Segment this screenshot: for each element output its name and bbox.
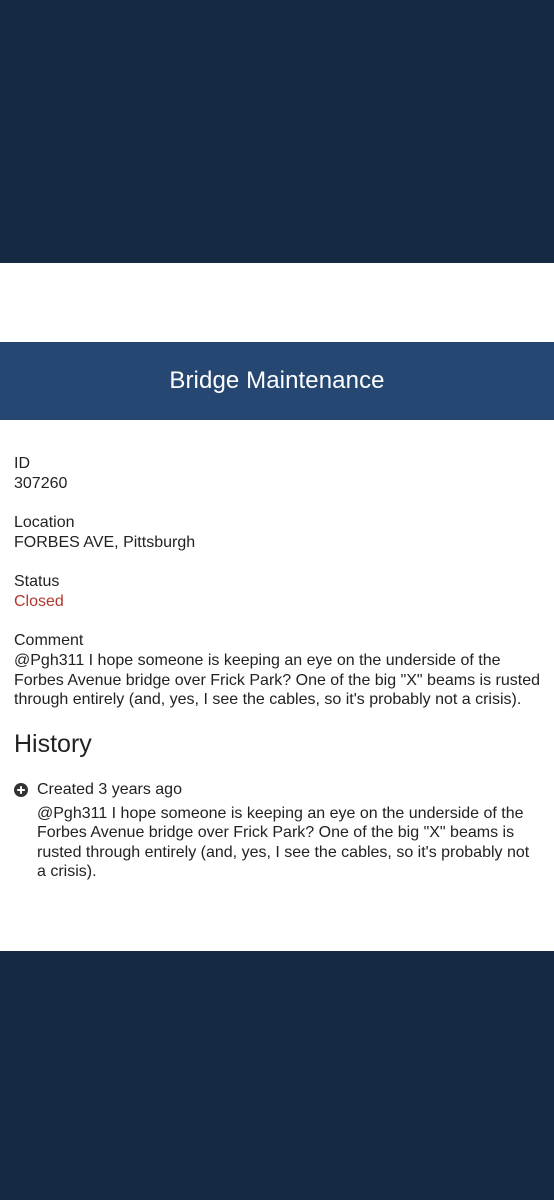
bottom-dark-backdrop bbox=[0, 951, 554, 1200]
header-bar: Bridge Maintenance bbox=[0, 342, 554, 420]
id-label: ID bbox=[14, 455, 30, 472]
location-value: FORBES AVE, Pittsburgh bbox=[14, 534, 196, 551]
request-details: ID 307260 Location FORBES AVE, Pittsburg… bbox=[14, 454, 540, 882]
request-detail-card: Bridge Maintenance ID 307260 Location FO… bbox=[0, 263, 554, 951]
status-value: Closed bbox=[14, 593, 64, 610]
top-dark-backdrop bbox=[0, 0, 554, 263]
id-value: 307260 bbox=[14, 475, 68, 492]
comment-label: Comment bbox=[14, 632, 84, 649]
page-title: Bridge Maintenance bbox=[169, 367, 385, 394]
plus-circle-icon bbox=[14, 782, 28, 797]
id-field: ID 307260 bbox=[14, 454, 540, 494]
comment-value: @Pgh311 I hope someone is keeping an eye… bbox=[14, 652, 540, 708]
location-label: Location bbox=[14, 514, 75, 531]
history-heading: History bbox=[14, 729, 92, 758]
history-entry-body: @Pgh311 I hope someone is keeping an eye… bbox=[37, 804, 530, 881]
history-entry-heading: Created 3 years ago bbox=[37, 780, 182, 798]
comment-field: Comment @Pgh311 I hope someone is keepin… bbox=[14, 631, 540, 710]
history-entry: Created 3 years ago @Pgh311 I hope someo… bbox=[14, 780, 540, 882]
status-label: Status bbox=[14, 573, 60, 590]
status-field: Status Closed bbox=[14, 572, 540, 612]
location-field: Location FORBES AVE, Pittsburgh bbox=[14, 513, 540, 553]
